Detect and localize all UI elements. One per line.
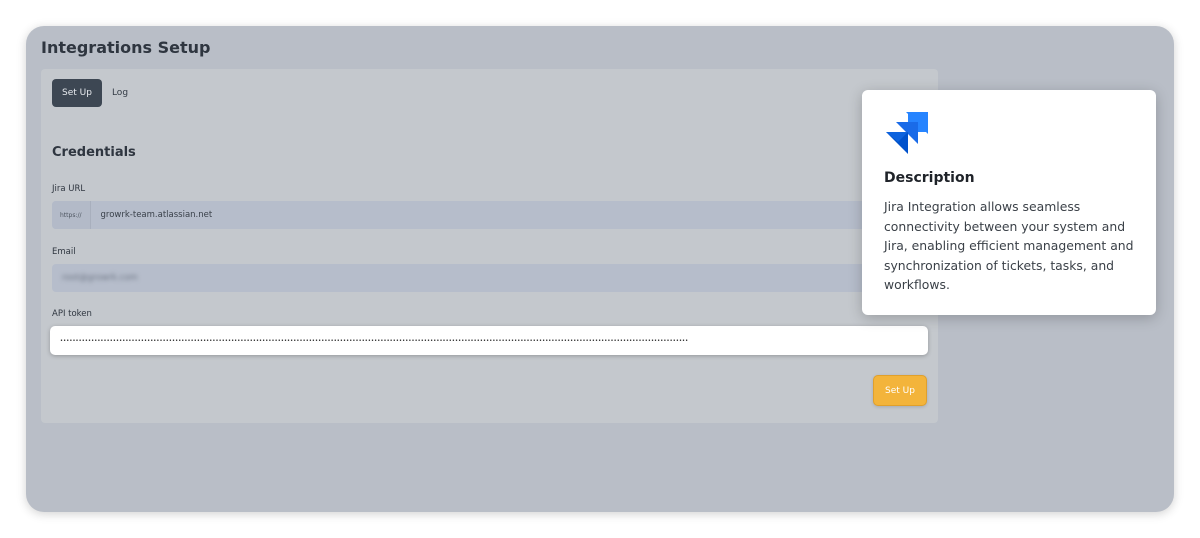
jira-url-field[interactable]: https:// growrk-team.atlassian.net [52, 201, 928, 229]
page-title: Integrations Setup [41, 38, 211, 57]
jira-url-value: growrk-team.atlassian.net [100, 210, 213, 220]
set-up-button[interactable]: Set Up [873, 375, 927, 406]
description-popover: Description Jira Integration allows seam… [862, 90, 1156, 315]
tab-log[interactable]: Log [102, 79, 138, 107]
jira-logo-icon [886, 112, 928, 154]
email-value: root@growrk.com [62, 273, 138, 283]
email-field[interactable]: root@growrk.com [52, 264, 928, 292]
setup-panel: Set Up Log Credentials Jira URL https://… [41, 69, 938, 423]
description-title: Description [884, 170, 975, 186]
description-text: Jira Integration allows seamless connect… [884, 199, 1134, 292]
jira-url-label: Jira URL [52, 184, 86, 194]
api-token-field[interactable]: ••••••••••••••••••••••••••••••••••••••••… [50, 326, 928, 355]
url-prefix: https:// [52, 201, 91, 229]
tab-bar: Set Up Log [52, 79, 138, 107]
credentials-title: Credentials [52, 145, 136, 160]
api-token-label: API token [52, 309, 92, 319]
api-token-value: ••••••••••••••••••••••••••••••••••••••••… [60, 337, 689, 344]
email-label: Email [52, 247, 76, 257]
tab-set-up[interactable]: Set Up [52, 79, 102, 107]
